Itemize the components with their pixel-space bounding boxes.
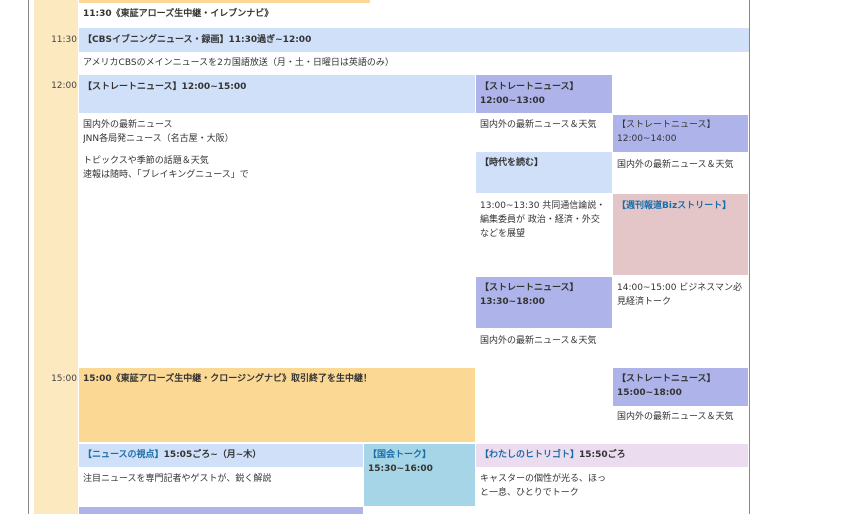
program-straight-news-1200-1400[interactable]: 【ストレートニュース】12:00~14:00 [613,115,748,152]
next-program-bar [79,507,363,514]
news-viewpoint-tag[interactable]: 【ニュースの視点】 [83,450,164,460]
c2a-description: 国内外の最新ニュース＆天気 [480,120,597,130]
time-label-1130: 11:30 [51,35,77,45]
program-straight-news-1330-1800[interactable]: 【ストレートニュース】13:30~18:00 [476,277,612,328]
program-closing-navi[interactable]: 15:00《東証アローズ生中継・クロージングナビ》取引終了を生中継！ [79,368,475,442]
straight-news-description: 国内外の最新ニュース JNN各局発ニュース（名古屋・大阪） トピックスや季節の話… [83,118,463,182]
sn-line-4: 速報は随時、「ブレイキングニュース」で [83,170,249,180]
program-straight-news-1500-1800[interactable]: 【ストレートニュース】15:00~18:00 [613,368,748,406]
c3a-description: 国内外の最新ニュース＆天気 [617,160,734,170]
c3c-description: 国内外の最新ニュース＆天気 [617,412,734,422]
program-watashi-no-hitorigoto[interactable]: 【わたしのヒトリゴト】15:50ごろ [476,444,748,467]
time-stripe [34,0,78,514]
sn-line-1: 国内外の最新ニュース [83,120,173,130]
program-straight-news-1200-1300[interactable]: 【ストレートニュース】12:00~13:00 [476,75,612,113]
program-news-viewpoint[interactable]: 【ニュースの視点】15:05ごろ~（月~木） [79,444,363,467]
kokkai-talk-title[interactable]: 【国会トーク】 [368,448,471,462]
biz-street-title[interactable]: 【週刊報道Bizストリート】 [617,201,731,211]
program-jidai-wo-yomu[interactable]: 【時代を読む】 [476,152,612,193]
news-viewpoint-description: 注目ニュースを専門記者やゲストが、鋭く解説 [83,474,272,484]
sn-line-3: トピックスや季節の話題＆天気 [83,156,209,166]
hitorigoto-tag[interactable]: 【わたしのヒトリゴト】 [480,450,579,460]
program-eleven-navi[interactable]: 11:30《東証アローズ生中継・イレブンナビ》 [79,5,749,27]
news-viewpoint-time: 15:05ごろ~（月~木） [163,450,262,460]
time-label-1200: 12:00 [51,81,77,91]
program-cbs-description: アメリカCBSのメインニュースを2カ国語放送（月・土・日曜日は英語のみ） [83,58,394,68]
c2c-description: 国内外の最新ニュース＆天気 [480,336,597,346]
hitorigoto-description: キャスターの個性が光る、ほっと一息、ひとりでトーク [480,474,607,498]
program-kokkai-talk[interactable]: 【国会トーク】 15:30~16:00 [364,444,475,506]
program-weekly-biz-street[interactable]: 【週刊報道Bizストリート】 [613,194,748,275]
previous-program-bar [79,0,370,3]
sn-line-2: JNN各局発ニュース（名古屋・大阪） [83,134,234,144]
jidai-description: 13:00~13:30 共同通信論説・編集委員が 政治・経済・外交などを展望 [480,201,606,239]
program-straight-news-main[interactable]: 【ストレートニュース】12:00~15:00 [79,75,475,113]
hitorigoto-time: 15:50ごろ [579,450,626,460]
biz-street-description: 14:00~15:00 ビジネスマン必見経済トーク [617,283,743,307]
program-cbs-evening-news[interactable]: 【CBSイブニングニュース・録画】11:30過ぎ~12:00 [79,28,749,52]
time-label-1500: 15:00 [51,374,77,384]
kokkai-talk-time: 15:30~16:00 [368,464,433,474]
